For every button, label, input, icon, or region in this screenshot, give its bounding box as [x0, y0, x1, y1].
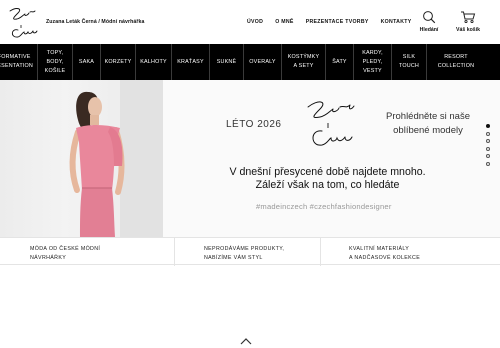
search-button[interactable]: Hledání [411, 10, 447, 33]
category-sukne[interactable]: SUKNĚ [210, 44, 244, 80]
hero-hashtags: #madeinczech #czechfashiondesigner [256, 202, 392, 211]
slider-dot-4[interactable] [486, 146, 490, 151]
slider-dot-5[interactable] [486, 154, 490, 158]
category-topy-body-kosile[interactable]: TOPY, BODY, KOŠILE [38, 44, 73, 80]
cart-icon [461, 11, 476, 24]
cart-button[interactable]: Váš košík [450, 10, 486, 33]
slider-dot-2[interactable] [486, 131, 490, 136]
category-silk-touch[interactable]: SILK TOUCH [392, 44, 427, 80]
nav-prezentace-tvorby[interactable]: PREZENTACE TVORBY [306, 19, 369, 25]
search-label: Hledání [419, 27, 439, 33]
slider-dot-6[interactable] [486, 161, 490, 166]
category-korzety[interactable]: KORZETY [101, 44, 136, 80]
feature-style: NEPRODÁVÁME PRODUKTY, NABÍZÍME VÁM STYL [204, 246, 285, 261]
category-kratasy[interactable]: KRAŤASY [172, 44, 210, 80]
category-kardy-pledy-vesty[interactable]: KARDY, PLEDY, VESTY [354, 44, 392, 80]
features-strip: MÓDA OD ČESKÉ MÓDNÍ NÁVRHÁŘKY NEPRODÁVÁME… [0, 237, 500, 266]
category-kalhoty[interactable]: KALHOTY [136, 44, 172, 80]
hero-slogan: V dnešní přesycené době najdete mnoho. Z… [229, 166, 426, 191]
slider-dot-1[interactable] [486, 124, 490, 128]
season-title: LÉTO 2026 [226, 119, 282, 130]
feature-divider-1 [174, 238, 175, 266]
brand-logo[interactable] [6, 4, 42, 40]
nav-uvod[interactable]: ÚVOD [247, 19, 263, 25]
category-kostymky-a-sety[interactable]: KOSTÝMKY A SETY [282, 44, 326, 80]
signature-logo [307, 101, 355, 146]
model-photo [69, 80, 163, 237]
chevron-up-icon[interactable] [238, 335, 254, 347]
category-resort-collection[interactable]: RESORT COLLECTION [427, 44, 485, 80]
category-saka[interactable]: SAKA [73, 44, 101, 80]
category-overaly[interactable]: OVERALY [244, 44, 282, 80]
slider-dots [486, 124, 491, 169]
category-saty[interactable]: ŠATY [326, 44, 354, 80]
feature-quality: KVALITNÍ MATERIÁLY A NADČASOVÉ KOLEKCE [349, 246, 421, 261]
feature-czech-designer: MÓDA OD ČESKÉ MÓDNÍ NÁVRHÁŘKY [30, 246, 101, 261]
hero-photo [0, 80, 163, 237]
site-header: Zuzana Leták Černá / Módní návrhářka ÚVO… [0, 0, 500, 44]
category-bar: INFORMATIVEPRESENTATION TOPY,BODY,KOŠILE… [0, 44, 500, 80]
cart-label: Váš košík [456, 27, 480, 33]
main-nav: ÚVOD O MNĚ PREZENTACE TVORBY KONTAKTY [247, 19, 423, 25]
promo-text: Prohlédněte si naše oblíbené modely [386, 111, 470, 136]
search-icon [423, 11, 436, 24]
brand-name[interactable]: Zuzana Leták Černá / Módní návrhářka [46, 19, 144, 25]
slider-dot-3[interactable] [486, 139, 490, 143]
hero-slider[interactable]: LÉTO 2026 Prohlédněte si naše oblíbené m… [0, 80, 500, 237]
nav-o-mne[interactable]: O MNĚ [275, 19, 294, 25]
nav-kontakty[interactable]: KONTAKTY [381, 19, 412, 25]
feature-divider-2 [320, 238, 321, 266]
category-informative-presentation[interactable]: INFORMATIVEPRESENTATION [0, 44, 38, 80]
